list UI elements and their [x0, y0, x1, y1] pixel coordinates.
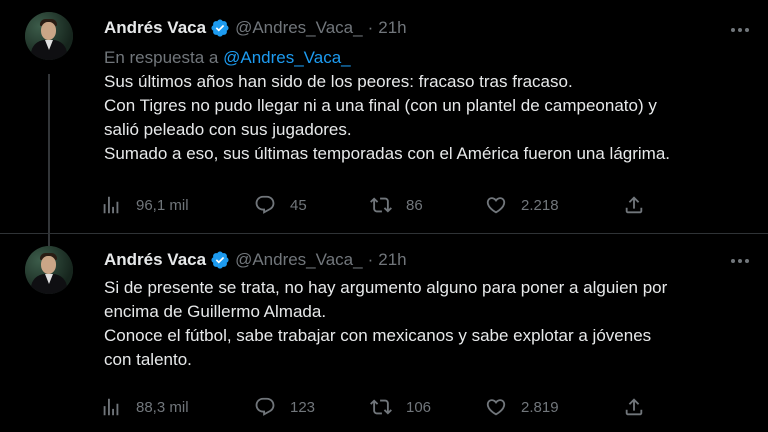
retweet-count: 86 — [406, 196, 423, 214]
tweet-actions: 88,3 mil 123 106 2.819 — [100, 395, 650, 419]
separator-dot: · — [367, 18, 374, 37]
thread-line — [48, 74, 50, 258]
tweet-text-line: Con Tigres no pudo llegar ni a una final… — [104, 96, 657, 115]
author-name[interactable]: Andrés Vaca — [104, 250, 206, 270]
tweet-text: Si de presente se trata, no hay argument… — [104, 276, 744, 372]
like-button[interactable]: 2.218 — [485, 193, 559, 217]
tweet-text-line: con talento. — [104, 350, 192, 369]
tweet-header: Andrés Vaca @Andres_Vaca_ · 21h — [104, 249, 407, 271]
author-handle[interactable]: @Andres_Vaca_ — [235, 250, 363, 270]
separator-dot: · — [367, 250, 374, 269]
tweet-text-line: encima de Guillermo Almada. — [104, 302, 327, 321]
reply-context: En respuesta a @Andres_Vaca_ — [104, 48, 351, 68]
avatar[interactable] — [25, 246, 73, 294]
share-button[interactable] — [623, 395, 645, 419]
verified-badge-icon — [211, 251, 229, 269]
tweet-text-line: salió peleado con sus jugadores. — [104, 120, 352, 139]
like-button[interactable]: 2.819 — [485, 395, 559, 419]
reply-prefix: En respuesta a — [104, 48, 219, 67]
tweet-actions: 96,1 mil 45 86 2.218 — [100, 193, 650, 217]
share-upload-icon — [625, 196, 643, 214]
like-count: 2.218 — [521, 196, 559, 214]
heart-icon — [486, 399, 506, 416]
retweet-arrows-icon — [370, 399, 392, 415]
more-dots-icon[interactable] — [728, 18, 752, 42]
tweet-text-line: Si de presente se trata, no hay argument… — [104, 278, 668, 297]
retweet-count: 106 — [406, 398, 432, 416]
avatar[interactable] — [25, 12, 73, 60]
reply-count: 123 — [290, 398, 316, 416]
tweet-time[interactable]: 21h — [378, 250, 406, 270]
author-handle[interactable]: @Andres_Vaca_ — [235, 18, 363, 38]
tweet-text-line: Sus últimos años han sido de los peores:… — [104, 72, 573, 91]
tweet-time[interactable]: 21h — [378, 18, 406, 38]
reply-mention-link[interactable]: @Andres_Vaca_ — [223, 48, 351, 67]
verified-badge-icon — [211, 19, 229, 37]
views-count: 88,3 mil — [136, 398, 189, 416]
tweet-text-line: Conoce el fútbol, sabe trabajar con mexi… — [104, 326, 652, 345]
tweet-text: Sus últimos años han sido de los peores:… — [104, 70, 744, 166]
more-dots-icon[interactable] — [728, 249, 752, 273]
retweet-button[interactable]: 106 — [370, 395, 431, 419]
author-name[interactable]: Andrés Vaca — [104, 18, 206, 38]
views-count: 96,1 mil — [136, 196, 189, 214]
tweet-1[interactable]: Andrés Vaca @Andres_Vaca_ · 21h En respu… — [0, 0, 768, 258]
speech-bubble-icon — [255, 195, 275, 214]
reply-button[interactable]: 45 — [254, 193, 307, 217]
speech-bubble-icon — [255, 397, 275, 416]
tweet-header: Andrés Vaca @Andres_Vaca_ · 21h — [104, 17, 407, 39]
tweet-2[interactable]: Andrés Vaca @Andres_Vaca_ · 21h Si de pr… — [0, 234, 768, 432]
retweet-button[interactable]: 86 — [370, 193, 423, 217]
share-upload-icon — [625, 398, 643, 416]
views-button[interactable]: 96,1 mil — [100, 193, 189, 217]
bar-chart-icon — [103, 196, 119, 214]
views-button[interactable]: 88,3 mil — [100, 395, 189, 419]
tweet-text-line: Sumado a eso, sus últimas temporadas con… — [104, 144, 671, 163]
share-button[interactable] — [623, 193, 645, 217]
retweet-arrows-icon — [370, 197, 392, 213]
heart-icon — [486, 197, 506, 214]
bar-chart-icon — [103, 398, 119, 416]
like-count: 2.819 — [521, 398, 559, 416]
reply-count: 45 — [290, 196, 307, 214]
reply-button[interactable]: 123 — [254, 395, 315, 419]
